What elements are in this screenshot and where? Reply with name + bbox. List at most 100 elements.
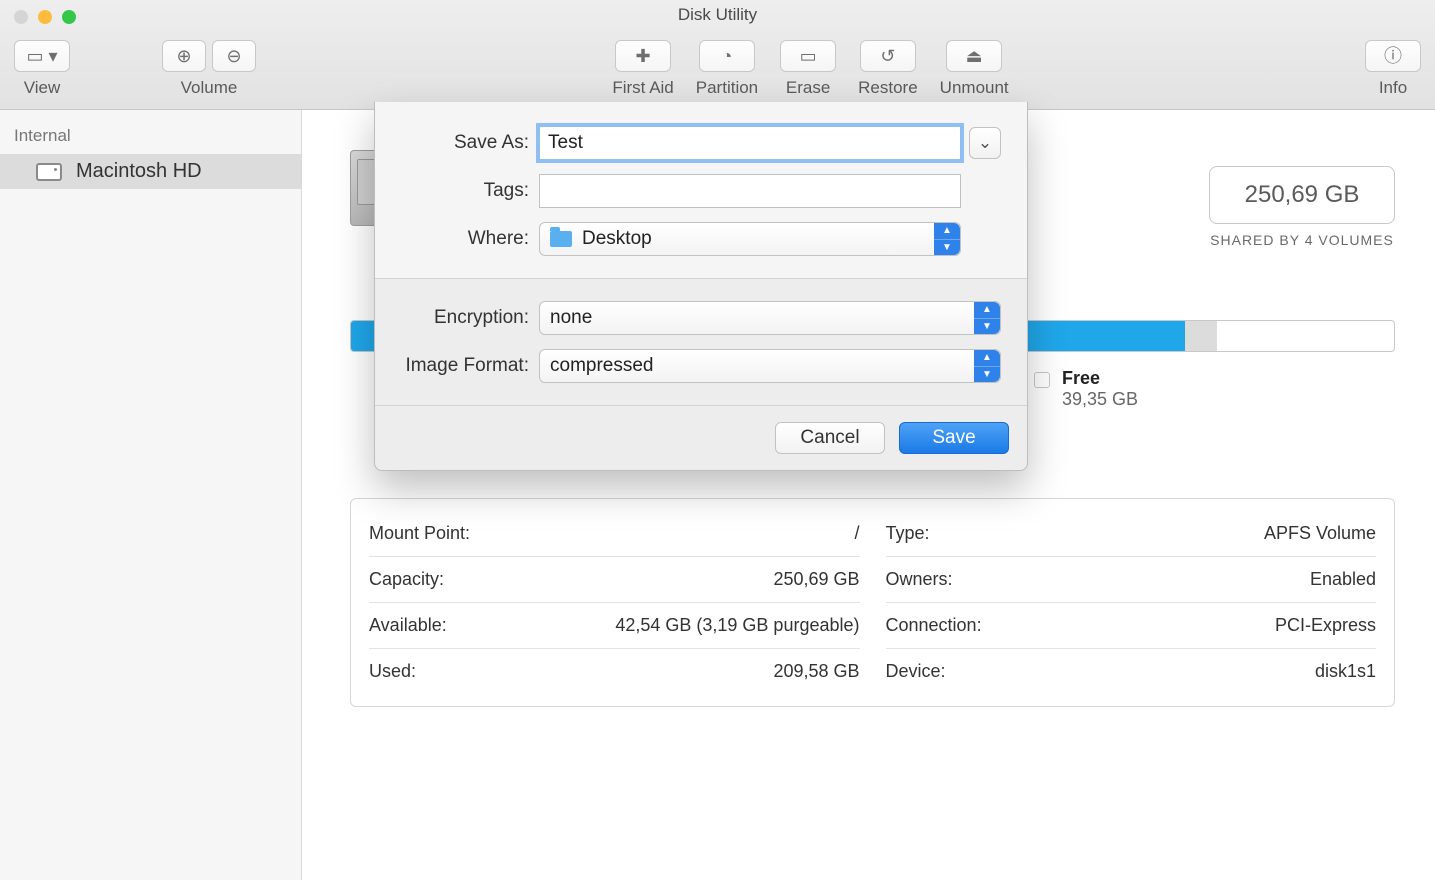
sidebar-icon: ▭ ▾: [26, 47, 57, 65]
where-select[interactable]: Desktop ▲▼: [539, 222, 961, 256]
toolbar-group-restore: ↺ Restore: [858, 40, 918, 98]
restore-button[interactable]: ↺: [860, 40, 916, 72]
volume-remove-button[interactable]: ⊖: [212, 40, 256, 72]
tags-input[interactable]: [539, 174, 961, 208]
info-value: PCI-Express: [1275, 615, 1376, 636]
save-sheet: Save As: ⌄ Tags: Where: Desktop ▲▼: [374, 102, 1028, 471]
volume-icon: [36, 163, 62, 181]
info-value: 209,58 GB: [773, 661, 859, 682]
info-value: disk1s1: [1315, 661, 1376, 682]
toolbar-group-volume: ⊕ ⊖ Volume: [162, 40, 256, 98]
info-row: Used: 209,58 GB: [369, 649, 860, 694]
sheet-section-mid: Encryption: none ▲▼ Image Format: compre…: [375, 279, 1027, 406]
row-where: Where: Desktop ▲▼: [401, 222, 1001, 256]
chevron-down-icon: ⌄: [978, 133, 992, 153]
eraser-icon: ▭: [800, 47, 817, 65]
select-stepper-icon: ▲▼: [974, 302, 1000, 334]
where-value: Desktop: [582, 228, 652, 250]
partition-label: Partition: [696, 78, 758, 98]
cancel-button[interactable]: Cancel: [775, 422, 885, 454]
volume-label: Volume: [181, 78, 238, 98]
info-label: Info: [1379, 78, 1407, 98]
info-label: Owners:: [886, 569, 953, 590]
info-value: 42,54 GB (3,19 GB purgeable): [615, 615, 859, 636]
toolbar-group-firstaid: ✚ First Aid: [612, 40, 673, 98]
format-select[interactable]: compressed ▲▼: [539, 349, 1001, 383]
legend-free-value: 39,35 GB: [1062, 389, 1138, 409]
legend-free-label: Free: [1062, 368, 1138, 389]
info-label: Connection:: [886, 615, 982, 636]
info-row: Type: APFS Volume: [886, 511, 1377, 557]
view-button[interactable]: ▭ ▾: [14, 40, 70, 72]
legend-swatch-free: [1034, 372, 1050, 388]
info-grid: Mount Point: / Capacity: 250,69 GB Avail…: [350, 498, 1395, 707]
usage-segment-other: [1185, 321, 1216, 351]
toolbar-group-info: ⓘ Info: [1365, 40, 1421, 98]
toolbar-group-view: ▭ ▾ View: [14, 40, 70, 98]
encryption-select[interactable]: none ▲▼: [539, 301, 1001, 335]
volume-plus-icon: ⊕: [176, 47, 191, 65]
first-aid-label: First Aid: [612, 78, 673, 98]
row-format: Image Format: compressed ▲▼: [401, 349, 1001, 383]
volume-minus-icon: ⊖: [226, 47, 241, 65]
sidebar-item-macintosh-hd[interactable]: Macintosh HD: [0, 154, 301, 189]
partition-button[interactable]: ◔: [699, 40, 755, 72]
info-col-left: Mount Point: / Capacity: 250,69 GB Avail…: [369, 511, 860, 694]
info-label: Mount Point:: [369, 523, 470, 544]
info-label: Used:: [369, 661, 416, 682]
save-as-label: Save As:: [401, 132, 539, 154]
info-row: Owners: Enabled: [886, 557, 1377, 603]
unmount-label: Unmount: [940, 78, 1009, 98]
info-value: Enabled: [1310, 569, 1376, 590]
view-label: View: [24, 78, 61, 98]
where-label: Where:: [401, 228, 539, 250]
info-label: Device:: [886, 661, 946, 682]
window-title: Disk Utility: [0, 5, 1435, 25]
format-value: compressed: [550, 355, 654, 377]
row-save-as: Save As: ⌄: [401, 126, 1001, 160]
encryption-label: Encryption:: [401, 307, 539, 329]
select-stepper-icon: ▲▼: [934, 223, 960, 255]
restore-label: Restore: [858, 78, 918, 98]
info-value: 250,69 GB: [773, 569, 859, 590]
pie-icon: ◔: [722, 47, 733, 65]
toolbar-group-partition: ◔ Partition: [696, 40, 758, 98]
info-label: Available:: [369, 615, 447, 636]
save-as-input[interactable]: [539, 126, 961, 160]
info-row: Connection: PCI-Express: [886, 603, 1377, 649]
tags-label: Tags:: [401, 180, 539, 202]
content-row: Internal Macintosh HD 250,69 GB SHARED B…: [0, 110, 1435, 880]
sidebar-section-internal: Internal: [0, 122, 301, 154]
volume-add-button[interactable]: ⊕: [162, 40, 206, 72]
sheet-section-top: Save As: ⌄ Tags: Where: Desktop ▲▼: [375, 102, 1027, 279]
info-icon: ⓘ: [1384, 47, 1402, 65]
format-label: Image Format:: [401, 355, 539, 377]
row-tags: Tags:: [401, 174, 1001, 208]
eject-icon: ⏏: [966, 47, 983, 65]
sidebar-item-label: Macintosh HD: [76, 160, 202, 183]
capacity-subtitle: SHARED BY 4 VOLUMES: [1209, 232, 1395, 248]
expand-button[interactable]: ⌄: [969, 127, 1001, 159]
info-button[interactable]: ⓘ: [1365, 40, 1421, 72]
capacity-badge: 250,69 GB: [1209, 166, 1395, 224]
select-stepper-icon: ▲▼: [974, 350, 1000, 382]
info-col-right: Type: APFS Volume Owners: Enabled Connec…: [886, 511, 1377, 694]
toolbar-group-unmount: ⏏ Unmount: [940, 40, 1009, 98]
toolbar-group-erase: ▭ Erase: [780, 40, 836, 98]
info-label: Type:: [886, 523, 930, 544]
folder-icon: [550, 231, 572, 247]
info-label: Capacity:: [369, 569, 444, 590]
legend-free: Free 39,35 GB: [1034, 368, 1138, 410]
erase-button[interactable]: ▭: [780, 40, 836, 72]
first-aid-button[interactable]: ✚: [615, 40, 671, 72]
info-row: Mount Point: /: [369, 511, 860, 557]
save-button[interactable]: Save: [899, 422, 1009, 454]
main-pane: 250,69 GB SHARED BY 4 VOLUMES Free 39,35…: [302, 110, 1435, 880]
info-row: Device: disk1s1: [886, 649, 1377, 694]
stethoscope-icon: ✚: [636, 47, 651, 65]
sidebar: Internal Macintosh HD: [0, 110, 302, 880]
info-row: Available: 42,54 GB (3,19 GB purgeable): [369, 603, 860, 649]
toolbar: ▭ ▾ View ⊕ ⊖ Volume ✚ First Aid ◔ Partit…: [0, 38, 1435, 110]
unmount-button[interactable]: ⏏: [946, 40, 1002, 72]
titlebar: Disk Utility ▭ ▾ View ⊕ ⊖ Volume ✚ First…: [0, 0, 1435, 110]
